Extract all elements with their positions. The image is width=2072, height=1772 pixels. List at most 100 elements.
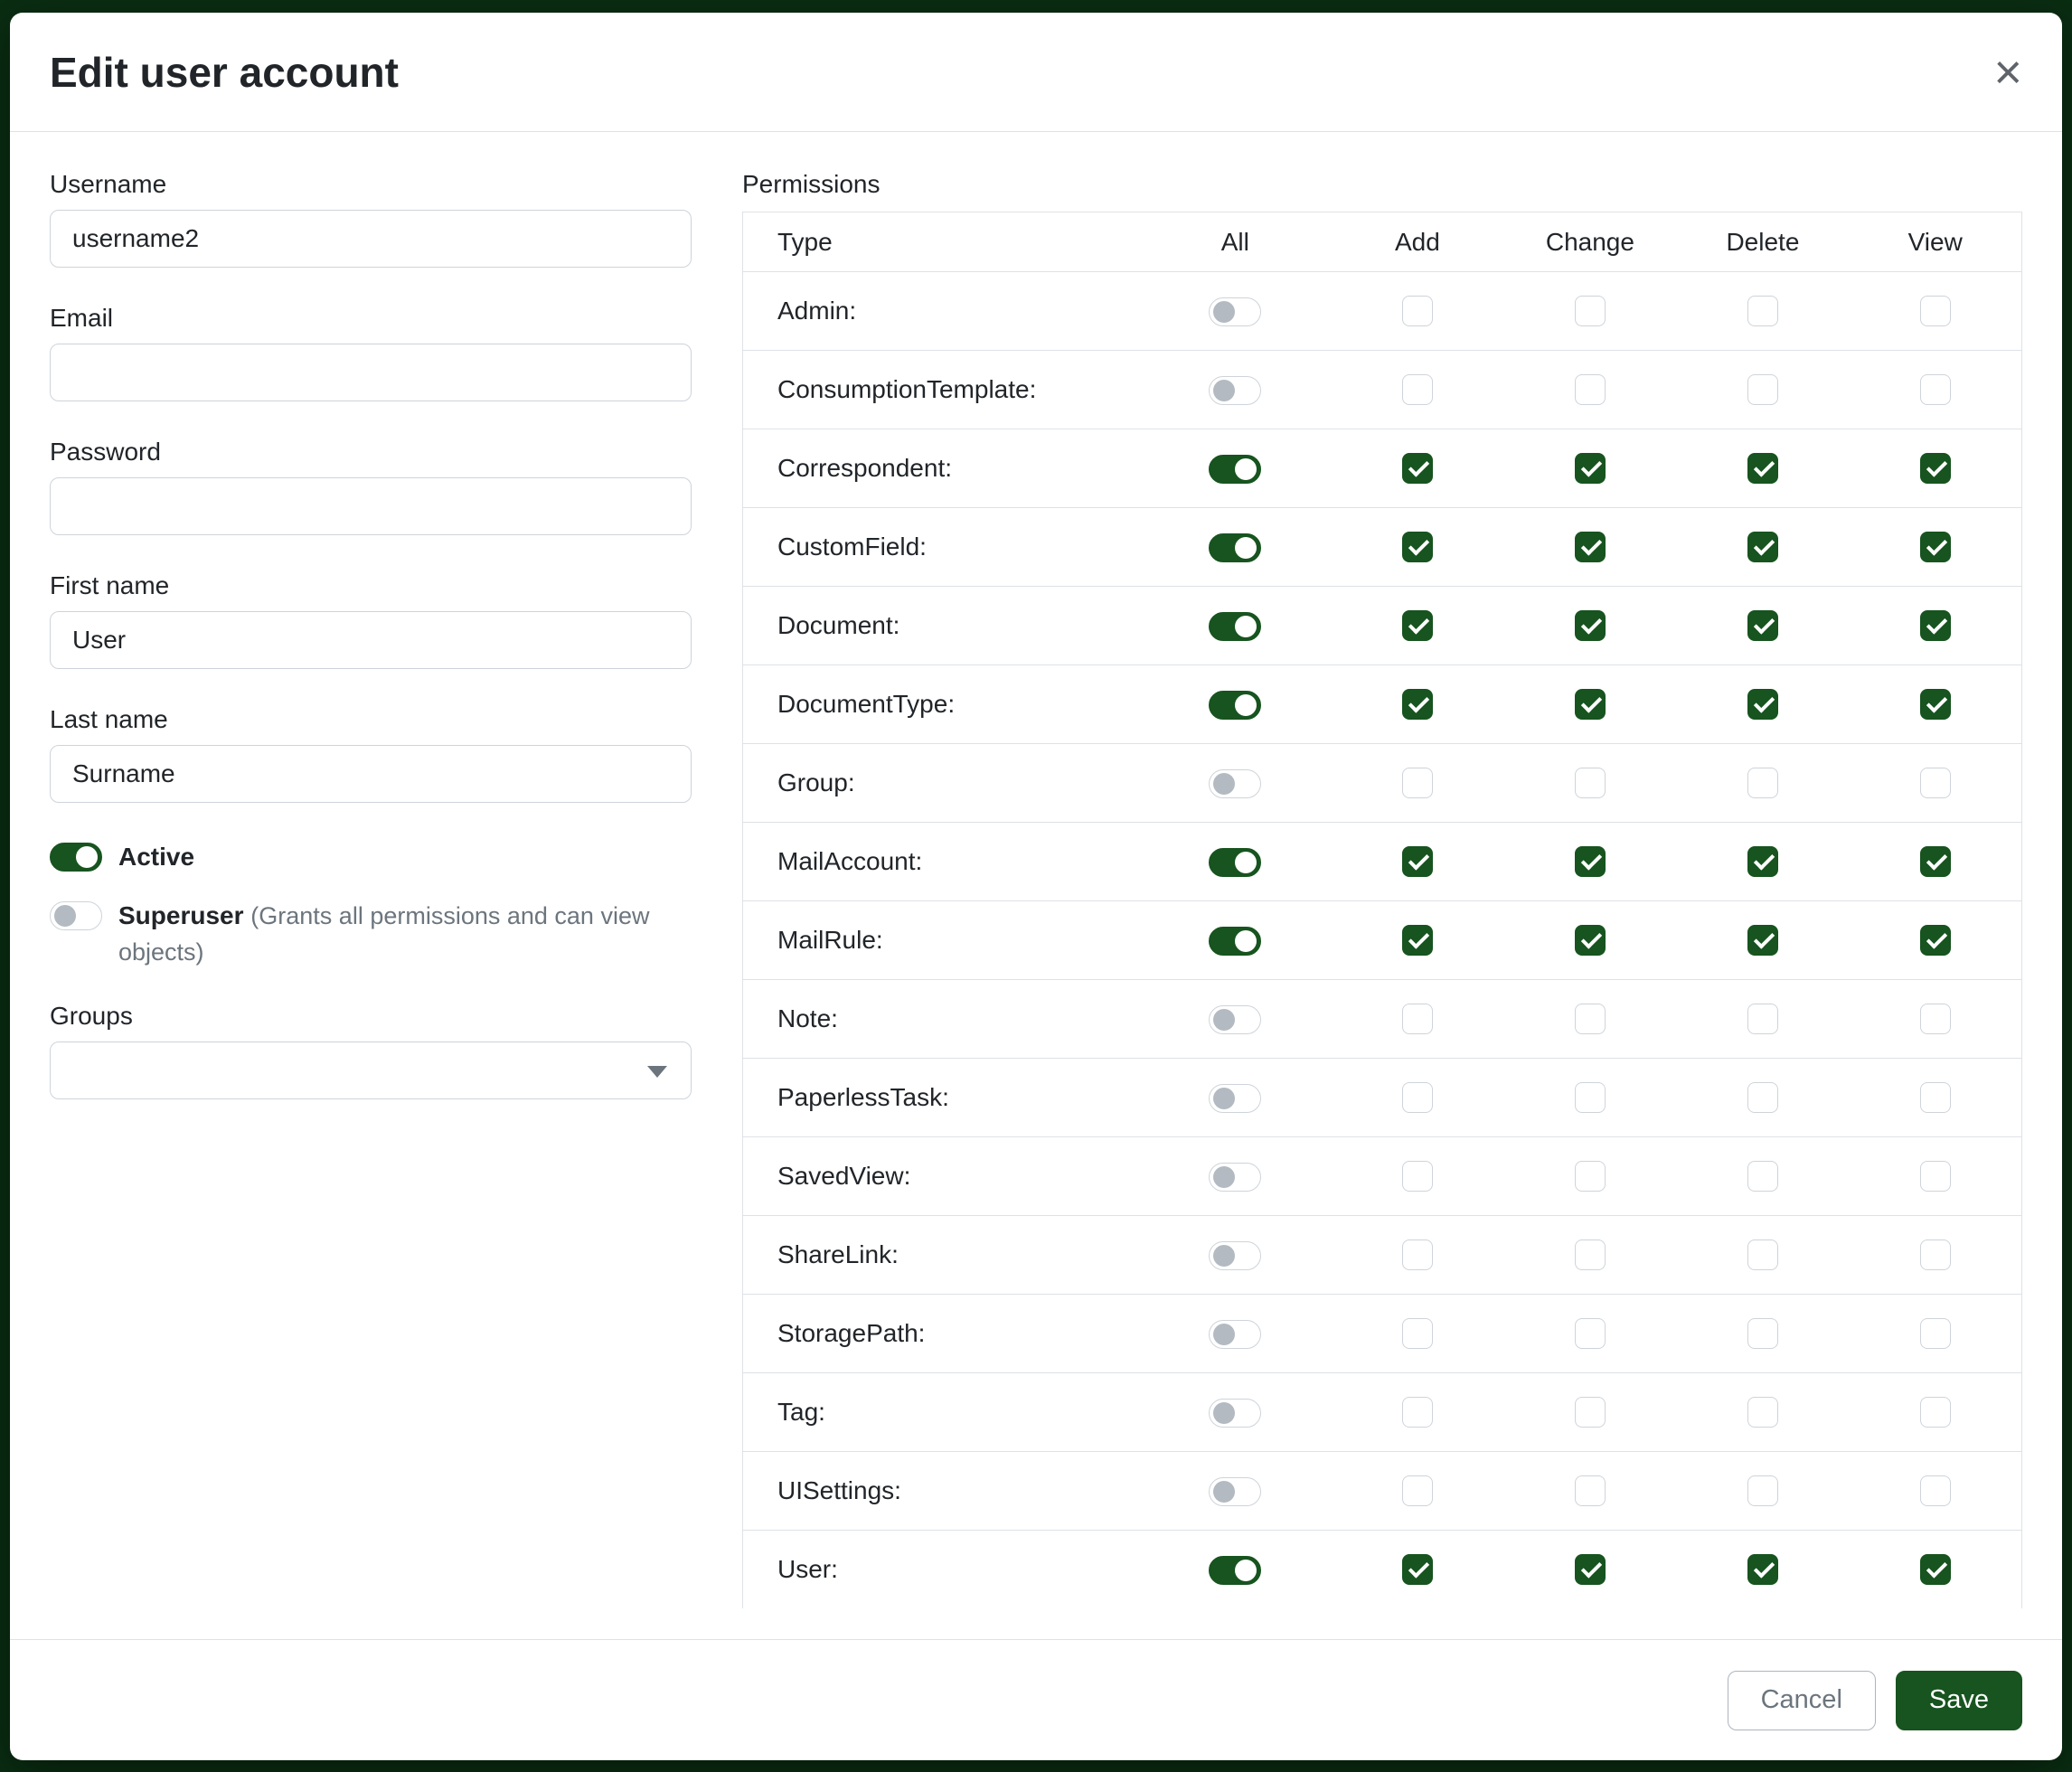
permission-add-checkbox[interactable] bbox=[1402, 1475, 1433, 1506]
permission-view-checkbox[interactable] bbox=[1920, 374, 1951, 405]
password-input[interactable] bbox=[50, 477, 692, 535]
superuser-toggle[interactable] bbox=[50, 901, 102, 930]
first-name-label: First name bbox=[50, 571, 692, 600]
permission-all-toggle[interactable] bbox=[1209, 612, 1261, 641]
permission-view-checkbox[interactable] bbox=[1920, 925, 1951, 956]
permission-view-checkbox[interactable] bbox=[1920, 1004, 1951, 1034]
permission-all-toggle[interactable] bbox=[1209, 1399, 1261, 1428]
permission-add-checkbox[interactable] bbox=[1402, 1318, 1433, 1349]
close-icon[interactable]: × bbox=[1993, 48, 2022, 97]
permission-view-checkbox[interactable] bbox=[1920, 296, 1951, 326]
permission-all-toggle[interactable] bbox=[1209, 376, 1261, 405]
permission-all-toggle[interactable] bbox=[1209, 533, 1261, 562]
permission-delete-checkbox[interactable] bbox=[1747, 610, 1778, 641]
permission-view-checkbox[interactable] bbox=[1920, 1239, 1951, 1270]
permission-cell-delete bbox=[1676, 980, 1849, 1059]
permission-delete-checkbox[interactable] bbox=[1747, 689, 1778, 720]
permission-all-toggle[interactable] bbox=[1209, 1163, 1261, 1192]
permission-delete-checkbox[interactable] bbox=[1747, 1004, 1778, 1034]
permission-delete-checkbox[interactable] bbox=[1747, 374, 1778, 405]
permission-add-checkbox[interactable] bbox=[1402, 768, 1433, 798]
permission-add-checkbox[interactable] bbox=[1402, 925, 1433, 956]
permission-add-checkbox[interactable] bbox=[1402, 1004, 1433, 1034]
permission-change-checkbox[interactable] bbox=[1575, 1082, 1606, 1113]
permission-all-toggle[interactable] bbox=[1209, 848, 1261, 877]
permission-change-checkbox[interactable] bbox=[1575, 1004, 1606, 1034]
permission-add-checkbox[interactable] bbox=[1402, 610, 1433, 641]
permission-all-toggle[interactable] bbox=[1209, 1477, 1261, 1506]
save-button[interactable]: Save bbox=[1896, 1671, 2022, 1730]
permission-delete-checkbox[interactable] bbox=[1747, 925, 1778, 956]
permission-all-toggle[interactable] bbox=[1209, 455, 1261, 484]
permission-add-checkbox[interactable] bbox=[1402, 532, 1433, 562]
permission-add-checkbox[interactable] bbox=[1402, 1161, 1433, 1192]
permission-all-toggle[interactable] bbox=[1209, 1556, 1261, 1585]
permission-view-checkbox[interactable] bbox=[1920, 1475, 1951, 1506]
permission-add-checkbox[interactable] bbox=[1402, 1554, 1433, 1585]
permission-view-checkbox[interactable] bbox=[1920, 846, 1951, 877]
permission-change-checkbox[interactable] bbox=[1575, 1239, 1606, 1270]
permission-change-checkbox[interactable] bbox=[1575, 610, 1606, 641]
permission-add-checkbox[interactable] bbox=[1402, 296, 1433, 326]
permission-add-checkbox[interactable] bbox=[1402, 1239, 1433, 1270]
permission-change-checkbox[interactable] bbox=[1575, 532, 1606, 562]
permission-view-checkbox[interactable] bbox=[1920, 1554, 1951, 1585]
permission-all-toggle[interactable] bbox=[1209, 1084, 1261, 1113]
username-input[interactable] bbox=[50, 210, 692, 268]
permission-add-checkbox[interactable] bbox=[1402, 374, 1433, 405]
permission-change-checkbox[interactable] bbox=[1575, 846, 1606, 877]
permission-change-checkbox[interactable] bbox=[1575, 1161, 1606, 1192]
permission-cell-change bbox=[1503, 1452, 1676, 1531]
email-input[interactable] bbox=[50, 344, 692, 401]
permission-all-toggle[interactable] bbox=[1209, 927, 1261, 956]
active-toggle[interactable] bbox=[50, 843, 102, 872]
permission-add-checkbox[interactable] bbox=[1402, 1082, 1433, 1113]
permission-all-toggle[interactable] bbox=[1209, 297, 1261, 326]
permission-change-checkbox[interactable] bbox=[1575, 1554, 1606, 1585]
permission-view-checkbox[interactable] bbox=[1920, 610, 1951, 641]
superuser-toggle-row: Superuser (Grants all permissions and ca… bbox=[50, 898, 692, 971]
permission-all-toggle[interactable] bbox=[1209, 1241, 1261, 1270]
first-name-input[interactable] bbox=[50, 611, 692, 669]
groups-select[interactable] bbox=[50, 1042, 692, 1099]
permission-change-checkbox[interactable] bbox=[1575, 925, 1606, 956]
permission-delete-checkbox[interactable] bbox=[1747, 846, 1778, 877]
permission-add-checkbox[interactable] bbox=[1402, 1397, 1433, 1428]
permission-delete-checkbox[interactable] bbox=[1747, 768, 1778, 798]
permission-change-checkbox[interactable] bbox=[1575, 296, 1606, 326]
permission-delete-checkbox[interactable] bbox=[1747, 296, 1778, 326]
cancel-button[interactable]: Cancel bbox=[1728, 1671, 1876, 1730]
permission-delete-checkbox[interactable] bbox=[1747, 1475, 1778, 1506]
permission-delete-checkbox[interactable] bbox=[1747, 1239, 1778, 1270]
permission-change-checkbox[interactable] bbox=[1575, 689, 1606, 720]
permission-delete-checkbox[interactable] bbox=[1747, 1082, 1778, 1113]
permission-add-checkbox[interactable] bbox=[1402, 846, 1433, 877]
permission-add-checkbox[interactable] bbox=[1402, 453, 1433, 484]
permission-view-checkbox[interactable] bbox=[1920, 453, 1951, 484]
permission-all-toggle[interactable] bbox=[1209, 691, 1261, 720]
permission-change-checkbox[interactable] bbox=[1575, 1397, 1606, 1428]
permission-change-checkbox[interactable] bbox=[1575, 1318, 1606, 1349]
permission-change-checkbox[interactable] bbox=[1575, 374, 1606, 405]
permission-delete-checkbox[interactable] bbox=[1747, 1318, 1778, 1349]
permission-delete-checkbox[interactable] bbox=[1747, 1397, 1778, 1428]
permission-all-toggle[interactable] bbox=[1209, 1005, 1261, 1034]
permission-delete-checkbox[interactable] bbox=[1747, 453, 1778, 484]
permission-view-checkbox[interactable] bbox=[1920, 1397, 1951, 1428]
permission-add-checkbox[interactable] bbox=[1402, 689, 1433, 720]
permission-view-checkbox[interactable] bbox=[1920, 1082, 1951, 1113]
permission-delete-checkbox[interactable] bbox=[1747, 1554, 1778, 1585]
permission-change-checkbox[interactable] bbox=[1575, 453, 1606, 484]
permission-view-checkbox[interactable] bbox=[1920, 1161, 1951, 1192]
last-name-input[interactable] bbox=[50, 745, 692, 803]
permission-all-toggle[interactable] bbox=[1209, 769, 1261, 798]
permission-change-checkbox[interactable] bbox=[1575, 1475, 1606, 1506]
permission-view-checkbox[interactable] bbox=[1920, 768, 1951, 798]
permission-view-checkbox[interactable] bbox=[1920, 689, 1951, 720]
permission-view-checkbox[interactable] bbox=[1920, 1318, 1951, 1349]
permission-delete-checkbox[interactable] bbox=[1747, 1161, 1778, 1192]
permission-view-checkbox[interactable] bbox=[1920, 532, 1951, 562]
permission-change-checkbox[interactable] bbox=[1575, 768, 1606, 798]
permission-all-toggle[interactable] bbox=[1209, 1320, 1261, 1349]
permission-delete-checkbox[interactable] bbox=[1747, 532, 1778, 562]
